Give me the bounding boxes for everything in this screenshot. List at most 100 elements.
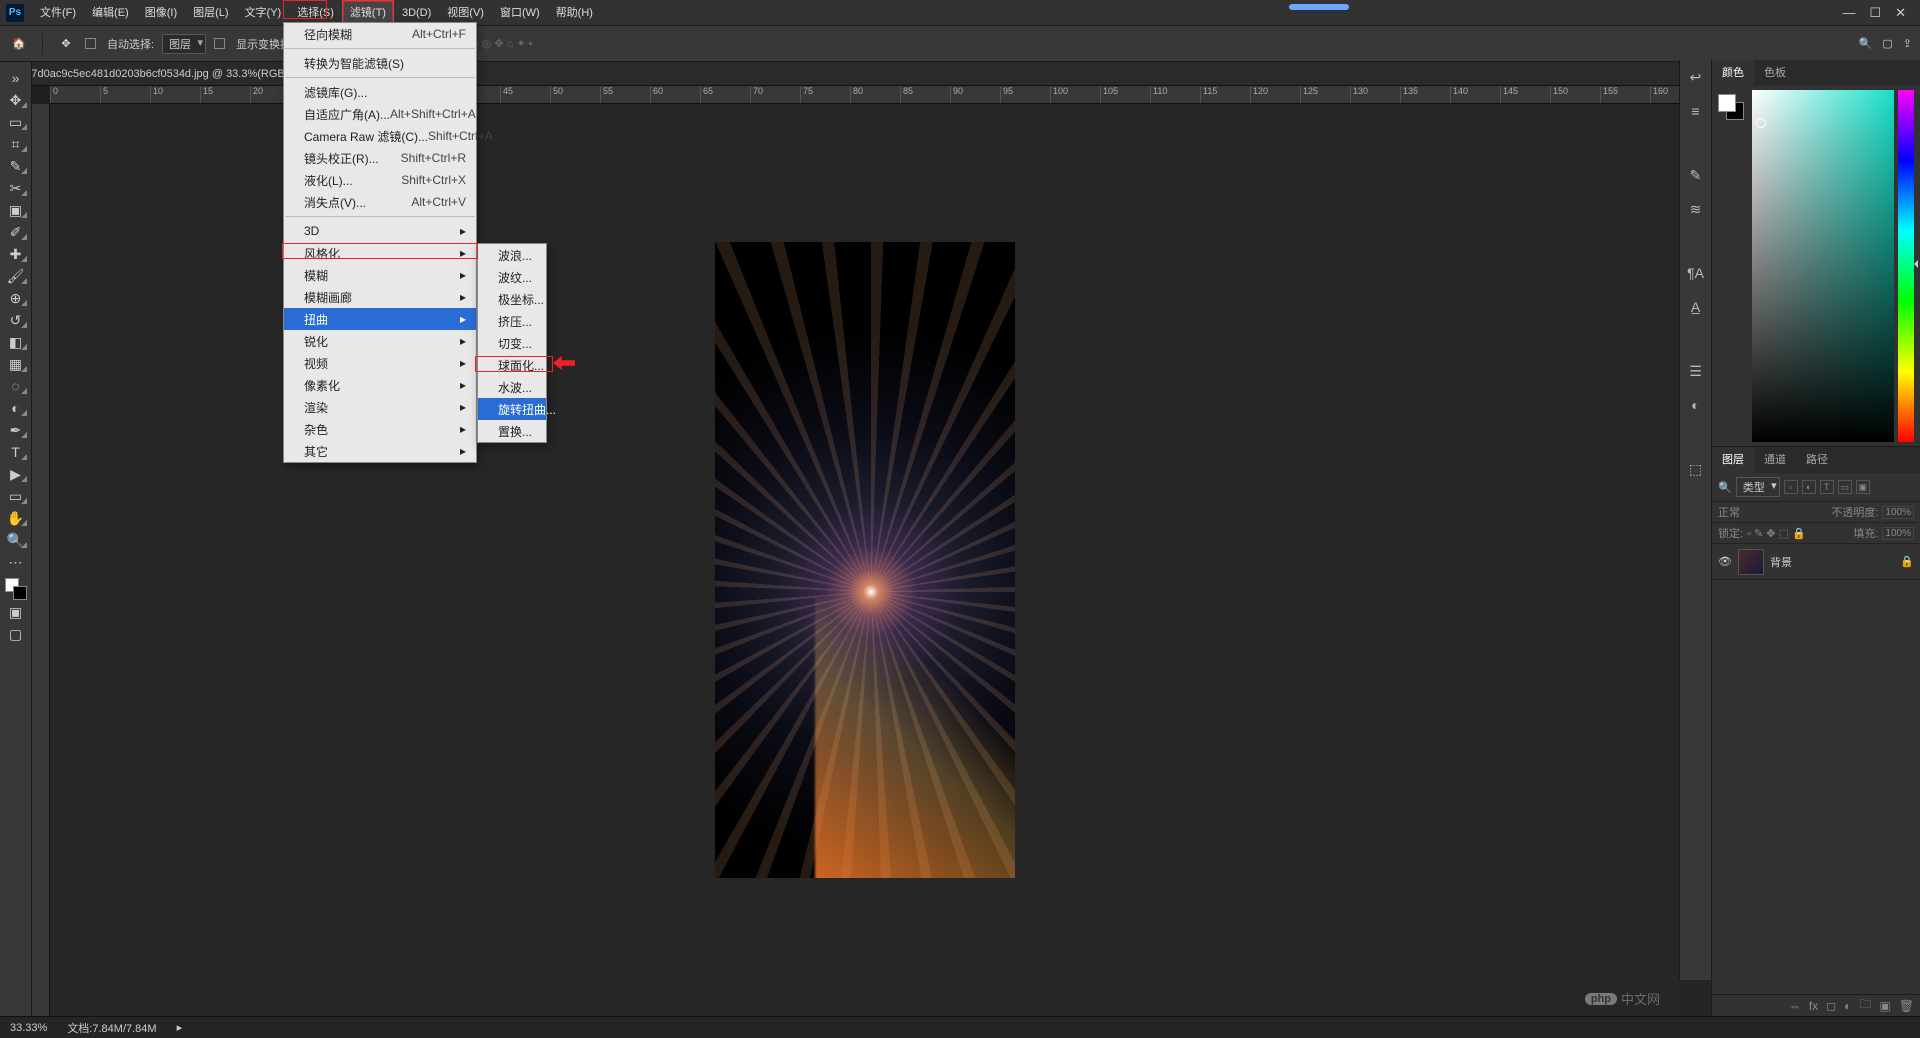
menu-item[interactable]: 杂色▸ — [284, 418, 476, 440]
tab-paths[interactable]: 路径 — [1796, 447, 1838, 473]
layer-name[interactable]: 背景 — [1770, 554, 1792, 570]
link-layers-icon[interactable]: ⇔ — [1789, 999, 1801, 1013]
saturation-box[interactable] — [1752, 90, 1894, 442]
distort-submenu[interactable]: 波浪...波纹...极坐标...挤压...切变...球面化...水波...旋转扭… — [477, 243, 547, 443]
menu-编辑(E)[interactable]: 编辑(E) — [84, 0, 137, 26]
new-layer-icon[interactable]: ▣ — [1879, 999, 1890, 1013]
brush-tool[interactable]: 🖌 — [3, 266, 29, 286]
zoom-level[interactable]: 33.33% — [10, 1022, 47, 1034]
tab-color[interactable]: 颜色 — [1712, 60, 1754, 86]
show-transform-checkbox[interactable] — [214, 38, 225, 49]
menu-item[interactable]: 模糊▸ — [284, 264, 476, 286]
character-icon[interactable]: ¶A — [1685, 262, 1707, 284]
document-tab[interactable]: f9a37d0ac9c5ec481d0203b6cf0534d.jpg @ 33… — [0, 62, 319, 86]
home-button[interactable]: 🏠 — [8, 33, 30, 55]
edit-toolbar[interactable]: ⋯ — [3, 552, 29, 572]
menu-item[interactable]: 消失点(V)...Alt+Ctrl+V — [284, 191, 476, 213]
layer-row[interactable]: 👁 背景 🔒 — [1712, 544, 1920, 580]
menu-item[interactable]: 风格化▸ — [284, 242, 476, 264]
screen-mode[interactable]: ▢ — [3, 624, 29, 644]
submenu-item[interactable]: 挤压... — [478, 310, 546, 332]
menu-item[interactable]: 视频▸ — [284, 352, 476, 374]
submenu-item[interactable]: 球面化... — [478, 354, 546, 376]
menu-item[interactable]: 渲染▸ — [284, 396, 476, 418]
filter-type-icon[interactable]: T — [1820, 480, 1834, 494]
color-swatches[interactable] — [1718, 94, 1744, 120]
adjustment-layer-icon[interactable]: ◐ — [1844, 999, 1851, 1013]
paragraph-icon[interactable]: A̲ — [1685, 296, 1707, 318]
submenu-item[interactable]: 极坐标... — [478, 288, 546, 310]
filter-pixel-icon[interactable]: ▫ — [1784, 480, 1798, 494]
close-button[interactable]: ✕ — [1895, 5, 1906, 21]
menu-item[interactable]: 模糊画廊▸ — [284, 286, 476, 308]
blend-mode[interactable]: 正常 — [1718, 504, 1827, 520]
hand-tool[interactable]: ✋ — [3, 508, 29, 528]
menu-图层(L)[interactable]: 图层(L) — [185, 0, 236, 26]
filter-menu[interactable]: 径向模糊Alt+Ctrl+F转换为智能滤镜(S)滤镜库(G)...自适应广角(A… — [283, 22, 477, 463]
delete-layer-icon[interactable]: 🗑 — [1899, 999, 1914, 1013]
layer-filter-kind[interactable]: 类型 — [1736, 477, 1780, 497]
submenu-item[interactable]: 波浪... — [478, 244, 546, 266]
filter-smart-icon[interactable]: ▣ — [1856, 480, 1870, 494]
frame-tool[interactable]: ▣ — [3, 200, 29, 220]
dodge-tool[interactable]: ◐ — [3, 398, 29, 418]
submenu-item[interactable]: 波纹... — [478, 266, 546, 288]
menu-item[interactable]: 像素化▸ — [284, 374, 476, 396]
maximize-button[interactable]: ☐ — [1869, 5, 1881, 21]
layer-thumbnail[interactable] — [1738, 549, 1764, 575]
filter-shape-icon[interactable]: ▭ — [1838, 480, 1852, 494]
stamp-tool[interactable]: ⊕ — [3, 288, 29, 308]
path-select-tool[interactable]: ▶ — [3, 464, 29, 484]
pen-tool[interactable]: ✒ — [3, 420, 29, 440]
menu-item[interactable]: Camera Raw 滤镜(C)...Shift+Ctrl+A — [284, 125, 476, 147]
menu-item[interactable]: 锐化▸ — [284, 330, 476, 352]
visibility-icon[interactable]: 👁 — [1718, 555, 1732, 568]
adjustments-icon[interactable]: ◐ — [1685, 394, 1707, 416]
crop-tool[interactable]: ✂ — [3, 178, 29, 198]
healing-tool[interactable]: ✚ — [3, 244, 29, 264]
menu-文件(F)[interactable]: 文件(F) — [32, 0, 84, 26]
brush-settings-icon[interactable]: ✎ — [1685, 164, 1707, 186]
fill-value[interactable]: 100% — [1882, 527, 1914, 540]
group-icon[interactable]: 🗀 — [1859, 995, 1871, 1016]
marquee-tool[interactable]: ▭ — [3, 112, 29, 132]
move-tool-icon[interactable]: ✥ — [55, 33, 77, 55]
history-icon[interactable]: ↩ — [1685, 66, 1707, 88]
fg-bg-colors[interactable] — [5, 578, 27, 600]
eraser-tool[interactable]: ◧ — [3, 332, 29, 352]
gradient-tool[interactable]: ▦ — [3, 354, 29, 374]
tab-swatches[interactable]: 色板 — [1754, 60, 1796, 86]
filter-adjust-icon[interactable]: ◐ — [1802, 480, 1816, 494]
lasso-tool[interactable]: ⌗ — [3, 134, 29, 154]
submenu-item[interactable]: 旋转扭曲... — [478, 398, 546, 420]
history-brush-tool[interactable]: ↺ — [3, 310, 29, 330]
eyedropper-tool[interactable]: ✐ — [3, 222, 29, 242]
quick-mask[interactable]: ▣ — [3, 602, 29, 622]
hue-bar[interactable] — [1898, 90, 1914, 442]
collapse-icon[interactable]: » — [3, 68, 29, 88]
brushes-icon[interactable]: ≋ — [1685, 198, 1707, 220]
libraries-icon[interactable]: ☰ — [1685, 360, 1707, 382]
menu-item[interactable]: 其它▸ — [284, 440, 476, 462]
search-icon[interactable]: 🔍 — [1859, 37, 1873, 50]
menu-item[interactable]: 转换为智能滤镜(S) — [284, 52, 476, 74]
3d-icon[interactable]: ⬚ — [1685, 458, 1707, 480]
submenu-item[interactable]: 切变... — [478, 332, 546, 354]
move-tool[interactable]: ✥ — [3, 90, 29, 110]
blur-tool[interactable]: ◌ — [3, 376, 29, 396]
auto-select-target[interactable]: 图层 — [162, 34, 206, 54]
submenu-item[interactable]: 水波... — [478, 376, 546, 398]
layer-mask-icon[interactable]: ◻ — [1826, 999, 1836, 1013]
submenu-item[interactable]: 置换... — [478, 420, 546, 442]
share-icon[interactable]: ⇪ — [1903, 37, 1912, 50]
layer-fx-icon[interactable]: fx — [1809, 999, 1818, 1013]
menu-item[interactable]: 扭曲▸ — [284, 308, 476, 330]
opacity-value[interactable]: 100% — [1882, 506, 1914, 519]
menu-item[interactable]: 液化(L)...Shift+Ctrl+X — [284, 169, 476, 191]
menu-窗口(W)[interactable]: 窗口(W) — [492, 0, 548, 26]
arrange-icon[interactable]: ▢ — [1882, 37, 1892, 50]
menu-item[interactable]: 3D▸ — [284, 220, 476, 242]
tab-layers[interactable]: 图层 — [1712, 447, 1754, 473]
properties-icon[interactable]: ≡ — [1685, 100, 1707, 122]
menu-文字(Y)[interactable]: 文字(Y) — [237, 0, 290, 26]
